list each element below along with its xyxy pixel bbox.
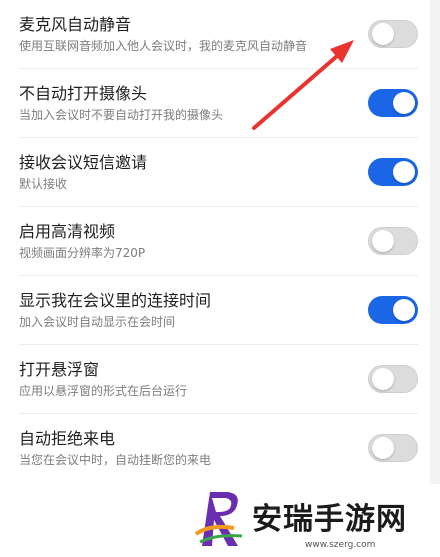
toggle-switch[interactable]: [368, 89, 418, 117]
toggle-knob: [372, 437, 394, 459]
watermark-logo-icon: [194, 492, 243, 546]
toggle-switch[interactable]: [368, 20, 418, 48]
setting-row-no-auto-camera[interactable]: 不自动打开摄像头 当加入会议时不要自动打开我的摄像头: [0, 69, 430, 138]
setting-subtitle: 当加入会议时不要自动打开我的摄像头: [19, 108, 224, 122]
toggle-switch[interactable]: [368, 296, 418, 324]
toggle-switch[interactable]: [368, 158, 418, 186]
setting-subtitle: 当您在会议中时，自动挂断您的来电: [19, 453, 212, 467]
toggle-knob: [372, 230, 394, 252]
setting-subtitle: 默认接收: [19, 177, 68, 191]
setting-title: 打开悬浮窗: [19, 360, 100, 379]
setting-row-mic-auto-mute[interactable]: 麦克风自动静音 使用互联网音频加入他人会议时，我的麦克风自动静音: [0, 0, 430, 69]
right-edge-strip: [430, 0, 440, 557]
setting-row-sms-invite[interactable]: 接收会议短信邀请 默认接收: [0, 138, 430, 207]
toggle-knob: [393, 92, 415, 114]
toggle-knob: [393, 299, 415, 321]
watermark-url: www.szerg.com: [305, 540, 376, 550]
setting-title: 不自动打开摄像头: [19, 84, 148, 103]
setting-row-connection-time[interactable]: 显示我在会议里的连接时间 加入会议时自动显示在会时间: [0, 276, 430, 345]
setting-title: 启用高清视频: [19, 222, 116, 241]
setting-title: 麦克风自动静音: [19, 15, 132, 34]
toggle-knob: [372, 368, 394, 390]
setting-subtitle: 使用互联网音频加入他人会议时，我的麦克风自动静音: [19, 39, 308, 53]
toggle-switch[interactable]: [368, 434, 418, 462]
setting-title: 自动拒绝来电: [19, 429, 116, 448]
setting-subtitle: 视频画面分辨率为720P: [19, 246, 146, 260]
watermark: 安瑞手游网 www.szerg.com: [190, 484, 440, 557]
setting-title: 接收会议短信邀请: [19, 153, 148, 172]
settings-list: 麦克风自动静音 使用互联网音频加入他人会议时，我的麦克风自动静音 不自动打开摄像…: [0, 0, 430, 485]
toggle-knob: [393, 161, 415, 183]
setting-row-floating-window[interactable]: 打开悬浮窗 应用以悬浮窗的形式在后台运行: [0, 345, 430, 414]
setting-row-hd-video[interactable]: 启用高清视频 视频画面分辨率为720P: [0, 207, 430, 276]
setting-title: 显示我在会议里的连接时间: [19, 291, 212, 310]
watermark-name: 安瑞手游网: [252, 502, 407, 537]
setting-row-auto-reject-calls[interactable]: 自动拒绝来电 当您在会议中时，自动挂断您的来电: [0, 414, 430, 483]
setting-subtitle: 加入会议时自动显示在会时间: [19, 315, 176, 329]
setting-subtitle: 应用以悬浮窗的形式在后台运行: [19, 384, 188, 398]
toggle-switch[interactable]: [368, 365, 418, 393]
toggle-knob: [372, 23, 394, 45]
toggle-switch[interactable]: [368, 227, 418, 255]
